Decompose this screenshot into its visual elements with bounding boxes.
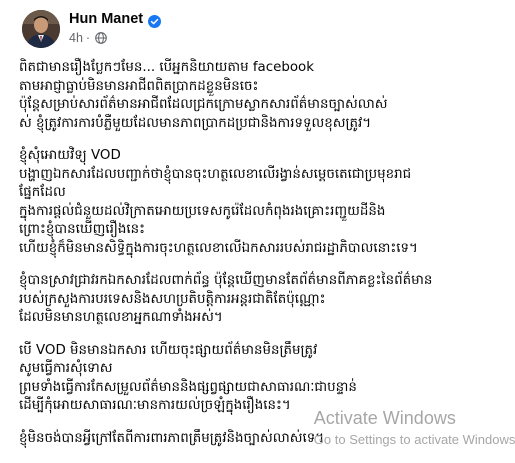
- avatar-portrait-icon: [22, 10, 60, 48]
- avatar[interactable]: [22, 10, 60, 48]
- activate-windows-watermark: Activate Windows Go to Settings to activ…: [314, 407, 515, 449]
- text-line: ប៉ុន្តែសម្រាប់សារព័ត៌មានអាជីពដែលជ្រកក្រោ…: [19, 97, 388, 112]
- text-line: ព្រោះខ្ញុំបានឃើញរឿងនេះ: [19, 222, 145, 237]
- post-header: Hun Manet 4h ·: [22, 8, 502, 52]
- text-line: ស់ ខ្ញុំត្រូវការការបំភ្លឺមួយដែលមានភាពប្រ…: [19, 115, 372, 131]
- author-row: Hun Manet: [69, 11, 162, 28]
- text-line: ក្នុងការផ្តល់ជំនួយដល់វិក្រាតអោយប្រទេសកូរ…: [19, 203, 386, 219]
- paragraph-1: ពិតជាមានរឿងប្លែកៗមែន... បើអ្នកនិយាយតាម f…: [19, 59, 509, 133]
- paragraph-2: ខ្ញុំសុំអោយវិទ្យុ VOD បង្ហាញឯកសារដែលបញ្ជ…: [19, 147, 509, 258]
- globe-icon[interactable]: [95, 32, 107, 44]
- text-line: បង្ហាញឯកសារដែលបញ្ជាក់ថាខ្ញុំបានចុះហត្ថលេ…: [19, 166, 412, 182]
- text-line: ពិតជាមានរឿងប្លែកៗមែន... បើអ្នកនិយាយតាម f…: [19, 60, 315, 75]
- verified-badge-icon: [148, 13, 162, 28]
- post-meta: 4h ·: [69, 31, 107, 45]
- text-line: ហើយខ្ញុំក៏មិនមានសិទ្ធិក្នុងការចុះហត្ថលេខ…: [19, 240, 418, 256]
- text-line: តាមអាជ្ញាធ្លាប់មិនមានអាជីពពិតប្រាកដខ្លួន…: [19, 78, 259, 94]
- text-line: ព្រមទាំងធ្វើការកែសម្រួលព័ត៌មាននិងផ្សព្វផ…: [19, 379, 357, 395]
- meta-separator: ·: [85, 31, 91, 45]
- text-line: ខ្ញុំសុំអោយវិទ្យុ VOD: [19, 148, 121, 163]
- post-timestamp[interactable]: 4h: [69, 31, 83, 45]
- text-line: សូមធ្វើការសុំទោស: [19, 361, 113, 376]
- watermark-subtitle: Go to Settings to activate Windows.: [313, 432, 515, 447]
- text-line: ដែលមិនមានហត្ថលេខាអ្នកណាទាំងអស់។: [19, 310, 223, 325]
- text-line: បើ VOD មិនមានឯកសារ ហើយចុះផ្សាយព័ត៌មានមិន…: [19, 342, 318, 358]
- author-name[interactable]: Hun Manet: [69, 11, 143, 27]
- facebook-post: Hun Manet 4h · ពិតជាមានរឿងប្លែកៗមែន... ប…: [0, 0, 515, 463]
- paragraph-3: ខ្ញុំបានស្រាវជ្រាវរកឯកសារដែលពាក់ព័ន្ធ ប៉…: [19, 272, 509, 328]
- watermark-title: Activate Windows: [313, 408, 456, 428]
- text-line: ខ្ញុំបានស្រាវជ្រាវរកឯកសារដែលពាក់ព័ន្ធ ប៉…: [19, 273, 433, 288]
- post-body: ពិតជាមានរឿងប្លែកៗមែន... បើអ្នកនិយាយតាម f…: [19, 59, 509, 462]
- text-line: របស់ក្រសួងការបរទេសនិងសហប្រតិបត្តិការអន្ត…: [19, 291, 326, 307]
- text-line: ផ្នែកដែល: [19, 185, 66, 200]
- paragraph-4: បើ VOD មិនមានឯកសារ ហើយចុះផ្សាយព័ត៌មានមិន…: [19, 342, 509, 416]
